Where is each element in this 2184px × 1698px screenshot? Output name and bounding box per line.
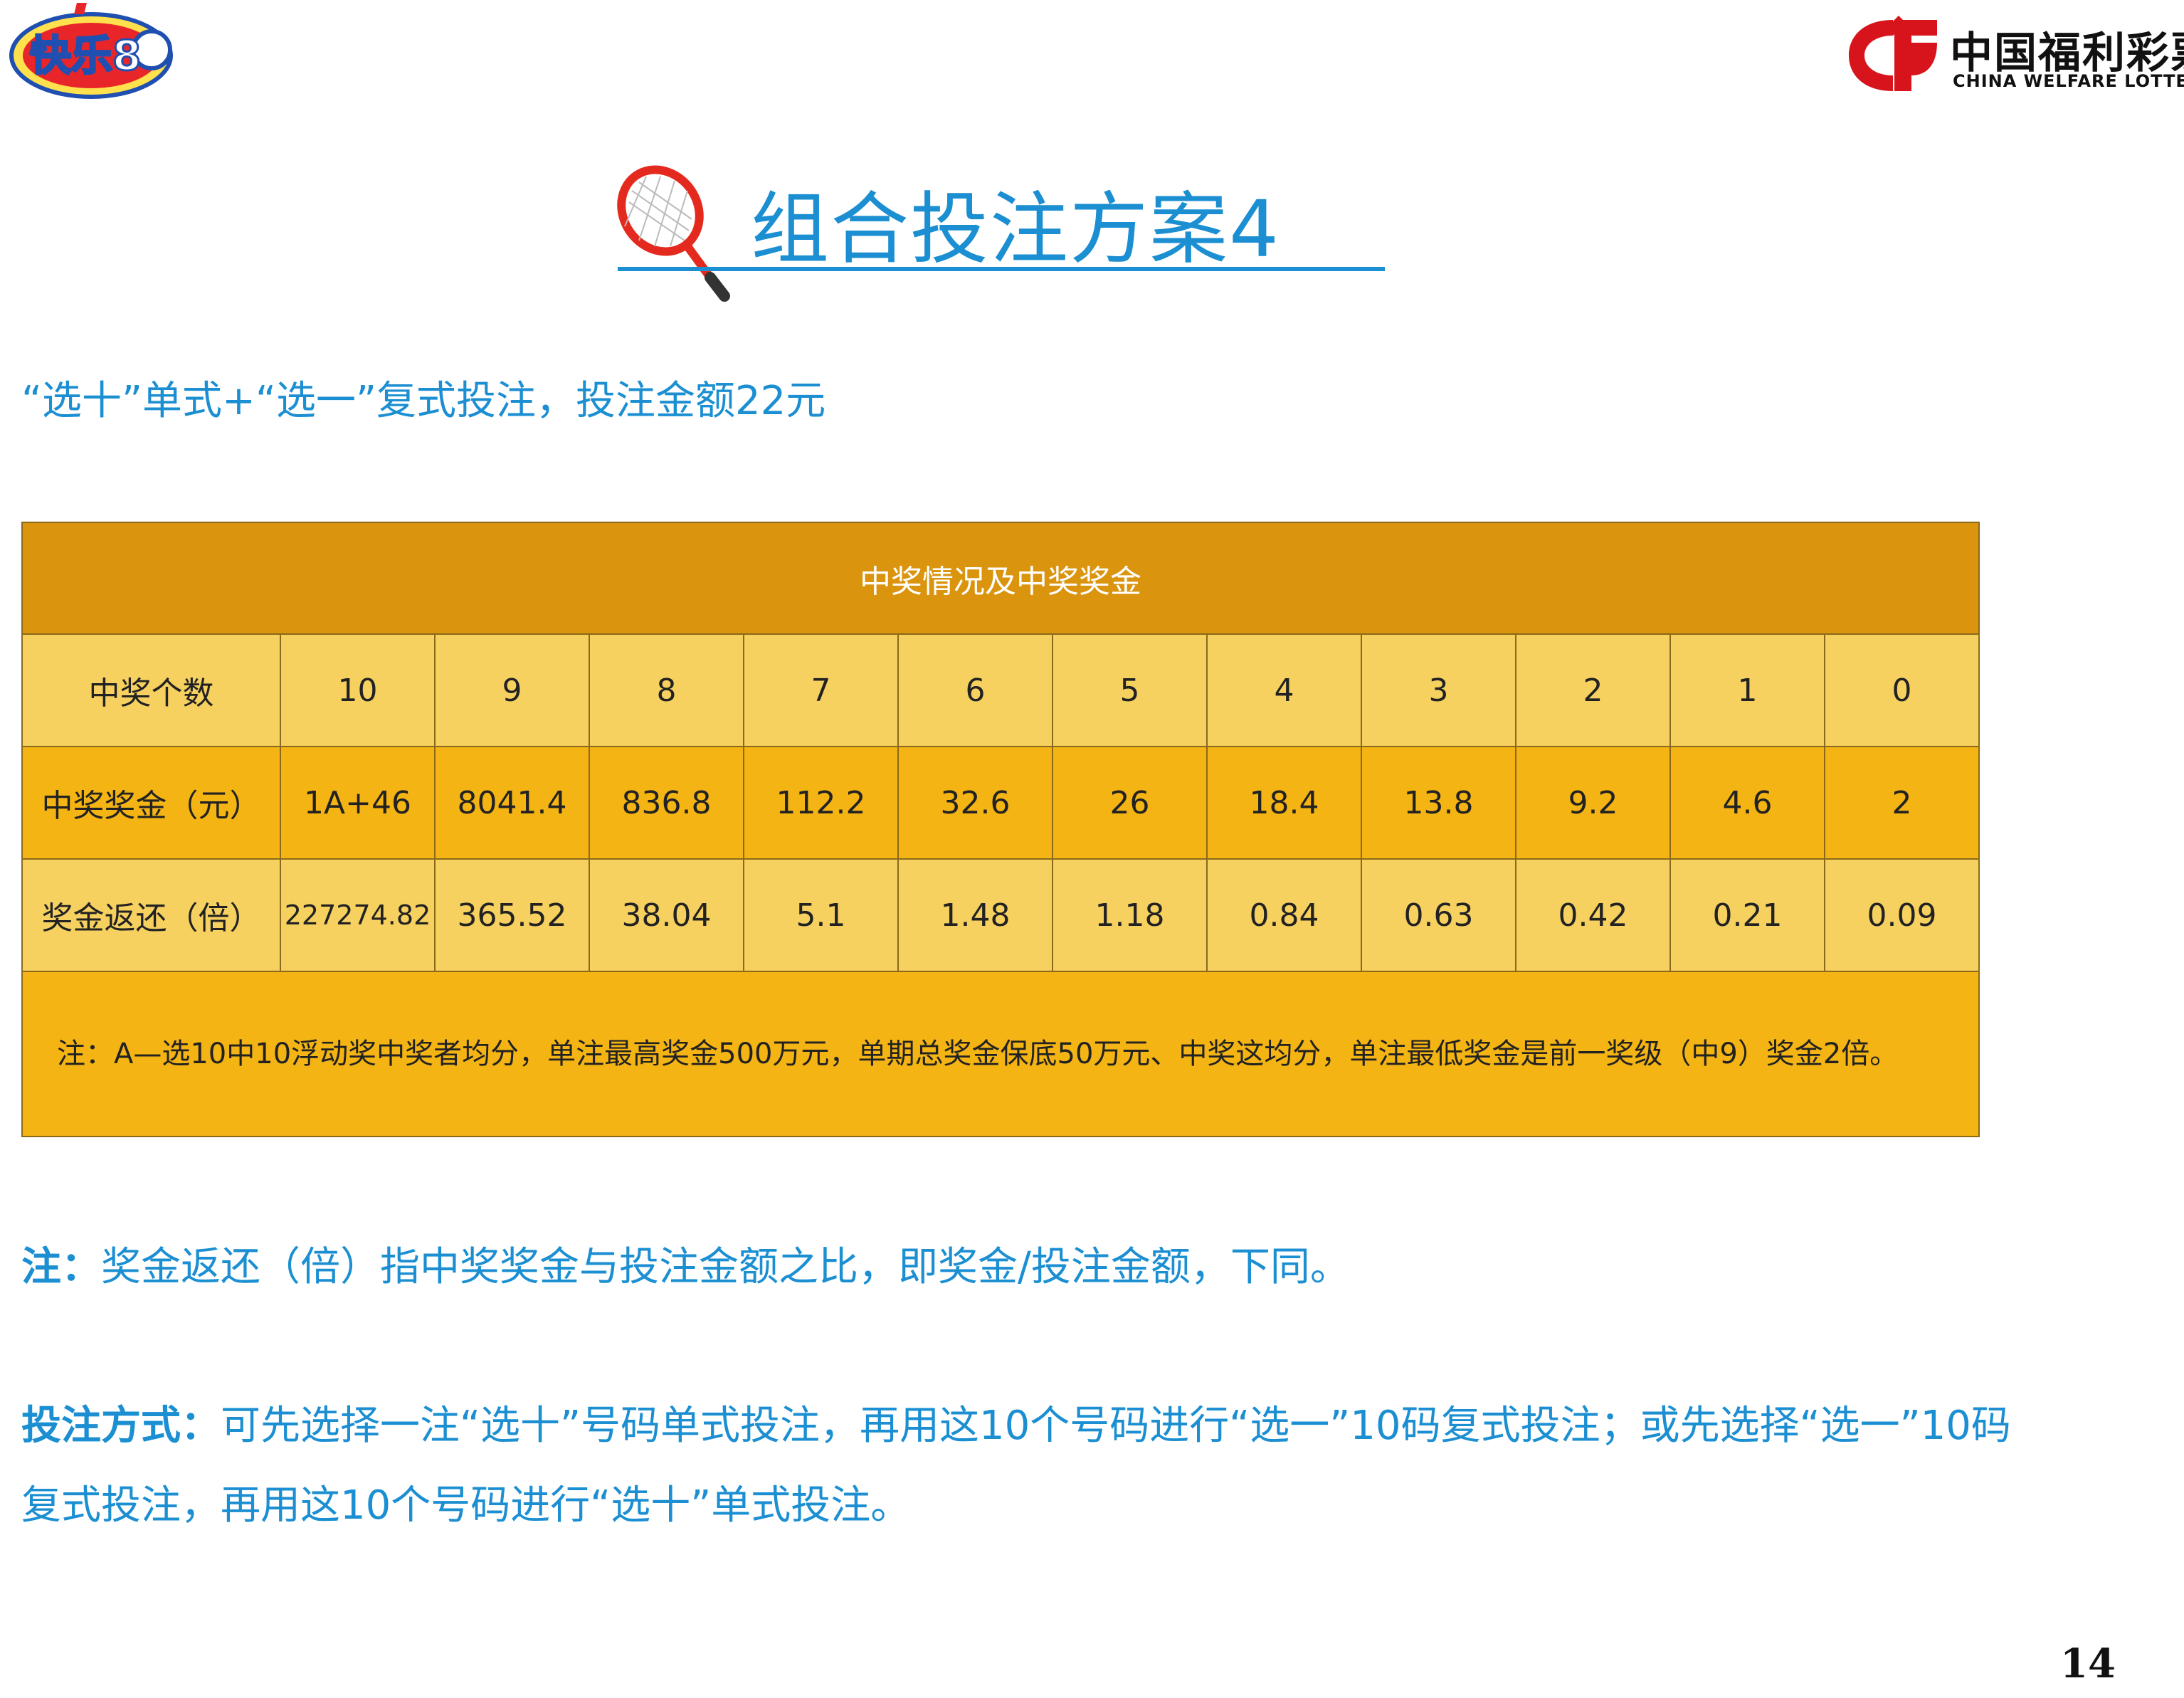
- table-cell: 0.09: [1824, 858, 1980, 972]
- table-note-row: 注：A—选10中10浮动奖中奖者均分，单注最高奖金500万元，单期总奖金保底50…: [21, 971, 1980, 1137]
- table-cell: 26: [1052, 746, 1208, 860]
- kuaile8-logo-text: 快乐8: [30, 31, 141, 80]
- table-row: 中奖个数 10 9 8 7 6 5 4 3 2 1 0: [21, 633, 1980, 747]
- table-cell: 8041.4: [434, 746, 590, 860]
- table-cell: 4: [1206, 633, 1362, 747]
- table-cell: 32.6: [897, 746, 1053, 860]
- prize-table: 中奖情况及中奖奖金 中奖个数 10 9 8 7 6 5 4 3 2 1 0 中奖…: [21, 522, 1980, 1137]
- table-header-row: 中奖情况及中奖奖金: [21, 522, 1980, 635]
- table-cell: 112.2: [743, 746, 899, 860]
- table-cell: 9.2: [1515, 746, 1671, 860]
- table-cell: 0.42: [1515, 858, 1671, 972]
- table-cell: 1A+46: [280, 746, 436, 860]
- table-cell: 38.04: [589, 858, 744, 972]
- row-label: 奖金返还（倍）: [21, 858, 281, 972]
- table-cell: 18.4: [1206, 746, 1362, 860]
- bet-subtitle: “选十”单式+“选一”复式投注，投注金额22元: [21, 378, 826, 424]
- table-cell: 1.18: [1052, 858, 1208, 972]
- page-title: 组合投注方案4: [751, 184, 1280, 275]
- table-cell: 0.21: [1669, 858, 1825, 972]
- table-cell: 0: [1824, 633, 1980, 747]
- return-ratio-note: 注：奖金返还（倍）指中奖奖金与投注金额之比，即奖金/投注金额，下同。: [21, 1235, 1350, 1292]
- table-row: 中奖奖金（元） 1A+46 8041.4 836.8 112.2 32.6 26…: [21, 746, 1980, 860]
- table-cell: 4.6: [1669, 746, 1825, 860]
- tennis-racket-icon: [611, 162, 753, 305]
- note-text: 奖金返还（倍）指中奖奖金与投注金额之比，即奖金/投注金额，下同。: [101, 1244, 1350, 1290]
- table-row: 奖金返还（倍） 227274.82 365.52 38.04 5.1 1.48 …: [21, 858, 1980, 972]
- table-cell: 5: [1052, 633, 1208, 747]
- table-cell: 836.8: [589, 746, 744, 860]
- table-note: 注：A—选10中10浮动奖中奖者均分，单注最高奖金500万元，单期总奖金保底50…: [21, 971, 1980, 1137]
- table-cell: 365.52: [434, 858, 590, 972]
- logo-en-text: CHINA WELFARE LOTTERY: [1953, 71, 2184, 91]
- table-cell: 3: [1361, 633, 1516, 747]
- page-number: 14: [2060, 1640, 2116, 1687]
- table-cell: 6: [897, 633, 1053, 747]
- table-cell: 0.84: [1206, 858, 1362, 972]
- row-label: 中奖奖金（元）: [21, 746, 281, 860]
- kuaile8-logo: 快乐8: [6, 0, 176, 107]
- table-cell: 10: [280, 633, 436, 747]
- china-welfare-lottery-logo: 中国福利彩票 CHINA WELFARE LOTTERY: [1843, 14, 2184, 100]
- welfare-lottery-emblem-icon: [1849, 16, 1937, 91]
- table-cell: 2: [1824, 746, 1980, 860]
- table-cell: 8: [589, 633, 744, 747]
- kuaile8-logo-graphic: 快乐8: [9, 3, 173, 99]
- table-cell: 13.8: [1361, 746, 1516, 860]
- table-cell: 7: [743, 633, 899, 747]
- method-text: 可先选择一注“选十”号码单式投注，再用这10个号码进行“选一”10码复式投注；或…: [21, 1403, 2011, 1529]
- table-cell: 5.1: [743, 858, 899, 972]
- table-cell: 0.63: [1361, 858, 1516, 972]
- row-label: 中奖个数: [21, 633, 281, 747]
- table-header: 中奖情况及中奖奖金: [21, 522, 1980, 635]
- note-label: 注：: [21, 1244, 101, 1290]
- table-cell: 2: [1515, 633, 1671, 747]
- table-cell: 1: [1669, 633, 1825, 747]
- table-cell: 9: [434, 633, 590, 747]
- table-cell: 1.48: [897, 858, 1053, 972]
- title-underline: [618, 267, 1385, 271]
- table-cell: 227274.82: [280, 858, 436, 972]
- bet-method-paragraph: 投注方式：可先选择一注“选十”号码单式投注，再用这10个号码进行“选一”10码复…: [21, 1386, 2014, 1546]
- method-label: 投注方式：: [21, 1403, 221, 1449]
